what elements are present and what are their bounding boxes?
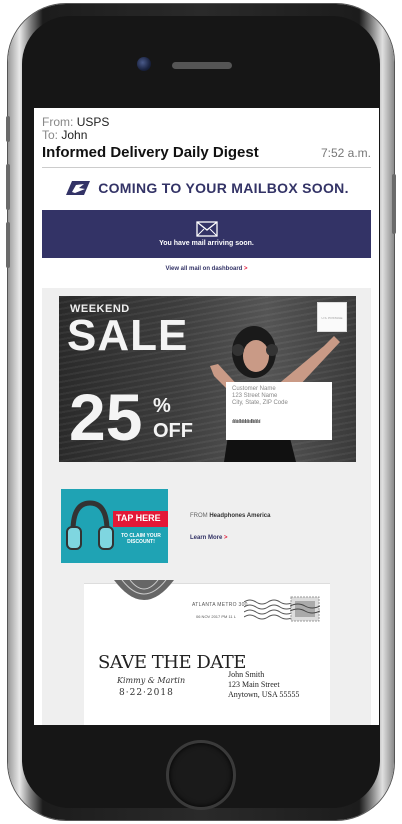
- ad-brand: Headphones America: [209, 513, 271, 519]
- postal-barcode: ıllılılıılllılılıllılılıılllılılıllııl: [232, 419, 260, 425]
- recipient-line: John Smith: [228, 670, 265, 679]
- couple-names: Kimmy & Martin: [117, 676, 186, 685]
- sale-percent: 25: [69, 380, 143, 454]
- address-line: 123 Street Name: [232, 393, 278, 399]
- mute-switch: [6, 116, 10, 142]
- postage-text: U.S. POSTAGE: [321, 316, 343, 320]
- address-line: Customer Name: [232, 386, 276, 392]
- recipient-line: Anytown, USA 55555: [228, 690, 300, 699]
- envelope-icon: [195, 221, 218, 237]
- coming-soon-title: COMING TO YOUR MAILBOX SOON.: [98, 180, 349, 196]
- subject-row: Informed Delivery Daily Digest 7:52 a.m.: [42, 144, 371, 161]
- to-label: To:: [42, 128, 59, 142]
- earpiece-speaker: [172, 62, 232, 69]
- volume-up-button: [6, 164, 10, 210]
- save-the-date-title: SAVE THE DATE: [98, 652, 246, 673]
- chevron-right-icon: >: [224, 535, 228, 541]
- tap-here-text: TAP HERE: [116, 513, 161, 523]
- postmark-date: 06 NOV 2017 PM 11 L: [196, 614, 236, 619]
- mail-arriving-banner: You have mail arriving soon.: [42, 210, 371, 258]
- claim-discount-text: TO CLAIM YOUR DISCOUNT!: [121, 533, 161, 545]
- chevron-right-icon: >: [244, 266, 248, 272]
- digest-heading: COMING TO YOUR MAILBOX SOON.: [34, 180, 379, 196]
- ad-from-line: FROM Headphones America: [190, 513, 270, 519]
- address-block: Customer Name 123 Street Name City, Stat…: [226, 382, 332, 440]
- ad-image-headphones[interactable]: TAP HERE TO CLAIM YOUR DISCOUNT!: [61, 489, 168, 563]
- save-the-date-card[interactable]: ATLANTA METRO 300 06 NOV 2017 PM 11 L SA…: [84, 580, 330, 725]
- usps-eagle-icon: [66, 181, 91, 195]
- from-prefix: FROM: [190, 513, 208, 519]
- postmark-city: ATLANTA METRO 300: [192, 602, 248, 608]
- mailpiece-sale-image[interactable]: WEEKEND SALE 25 % OFF U.S. POSTAGE Custo…: [59, 296, 356, 462]
- to-line: To: John: [42, 129, 371, 142]
- dashboard-link-label: View all mail on dashboard: [165, 266, 243, 272]
- email-header: From: USPS To: John Informed Delivery Da…: [34, 108, 379, 162]
- divider: [42, 167, 371, 168]
- headphones-icon: [66, 500, 114, 550]
- home-button[interactable]: [166, 740, 236, 810]
- from-label: From:: [42, 115, 74, 129]
- learn-more-label: Learn More: [190, 535, 223, 541]
- email-time: 7:52 a.m.: [320, 146, 371, 160]
- sale-percent-sign: %: [153, 395, 171, 417]
- event-date: 8·22·2018: [119, 688, 174, 698]
- recipient-address: John Smith 123 Main Street Anytown, USA …: [228, 670, 299, 700]
- view-dashboard-link[interactable]: View all mail on dashboard >: [34, 266, 379, 272]
- to-value: John: [61, 128, 88, 142]
- postage-box: U.S. POSTAGE: [317, 302, 347, 332]
- email-subject: Informed Delivery Daily Digest: [42, 144, 259, 161]
- postage-stamp-icon: [290, 596, 320, 622]
- address-line: City, State, ZIP Code: [232, 400, 288, 406]
- postmark-cancel-lines: [244, 599, 294, 620]
- from-line: From: USPS: [42, 116, 371, 129]
- banner-text: You have mail arriving soon.: [159, 240, 254, 247]
- sale-title: SALE: [67, 311, 189, 360]
- power-button: [392, 174, 396, 234]
- front-camera-icon: [137, 57, 151, 71]
- from-value: USPS: [76, 115, 110, 129]
- recipient-line: 123 Main Street: [228, 680, 280, 689]
- learn-more-link[interactable]: Learn More >: [190, 535, 228, 541]
- volume-down-button: [6, 222, 10, 268]
- lace-ornament-icon: [114, 580, 174, 600]
